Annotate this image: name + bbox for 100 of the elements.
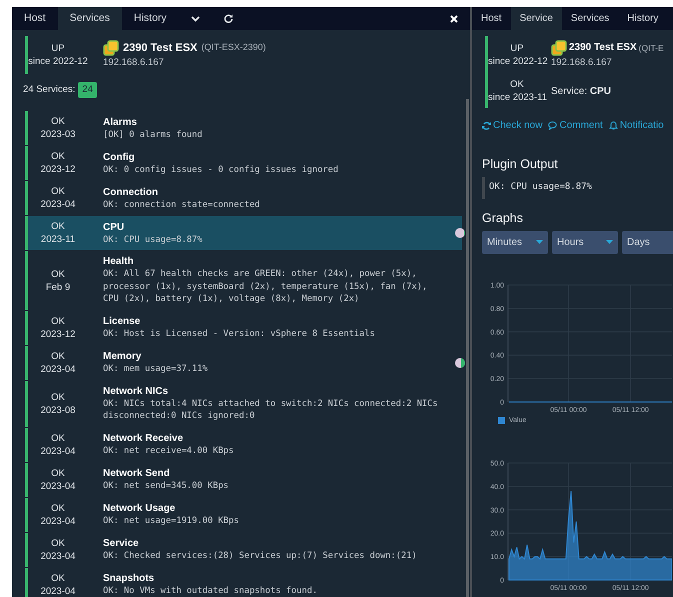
service-since: 2023-04 [40, 198, 76, 212]
service-output: OK: net send=345.00 KBps [103, 480, 230, 492]
service-row[interactable]: OK 2023-08 Network NICs OK: NICs total:4 NICs attached to switch:2 NICs connected:2 NICs disconnected:0 NICs ignored:0 [25, 380, 462, 427]
tab[interactable]: Services [562, 7, 618, 30]
service-since: 2023-04 [40, 362, 76, 376]
speech-bubble-icon [548, 121, 558, 130]
service-output: OK: No VMs with outdated snapshots found. [103, 585, 318, 597]
service-name: CPU [103, 220, 126, 234]
service-name: Network Usage [103, 502, 176, 515]
service-output: OK: 0 config issues - 0 config issues ignored [103, 164, 340, 176]
service-since: 2023-11 [40, 233, 76, 246]
service-output: OK: CPU usage=8.87% [103, 234, 204, 246]
service-label: Service: CPU [551, 84, 612, 98]
service-output: OK: net usage=1919.00 KBps [103, 515, 240, 528]
range-dropdown[interactable]: Hours [552, 230, 618, 254]
sync-icon [482, 121, 491, 130]
host-alias: (QIT-ESX-2390) [201, 41, 266, 54]
service-state: OK [50, 268, 66, 280]
service-output: OK: mem usage=37.11% [103, 363, 209, 376]
service-row[interactable]: OK 2023-03 Alarms [OK] 0 alarms found [25, 111, 462, 146]
tab[interactable]: Service [510, 7, 562, 30]
services-count-label: 24 Services: [23, 83, 76, 97]
action-link[interactable]: Notificatio [608, 118, 664, 133]
service-state: OK [50, 350, 66, 363]
server-logo-icon [103, 40, 119, 56]
service-row[interactable]: OK 2023-12 License OK: Host is Licensed - Version: vSphere 8 Essentials [25, 310, 462, 345]
service-output: OK: Checked services:(28) Services up:(7) Services down:(21) [103, 550, 418, 562]
bell-icon [608, 121, 618, 130]
legend-swatch [498, 417, 505, 424]
tab[interactable]: Services [58, 7, 122, 30]
service-since: 2023-04 [40, 550, 76, 563]
scrollbar[interactable] [466, 99, 469, 597]
service-since: 2023-08 [40, 404, 76, 417]
service-row[interactable]: OK Feb 9 Health OK: All 67 health checks are GREEN: other (24x), power (5x), processor (1x), systemBoard (2x), temperature (15x), fan (7x), CPU (2x), battery (1x), voltage (8x), Memory (2x) [25, 251, 462, 310]
service-output: OK: net receive=4.00 KBps [103, 445, 235, 458]
service-state: OK [50, 536, 66, 550]
service-row[interactable]: OK 2023-12 Config OK: 0 config issues - 0 config issues ignored [25, 146, 462, 180]
service-output: OK: Host is Licensed - Version: vSphere 8 Essentials [103, 328, 376, 340]
chevron-down-icon [190, 16, 200, 22]
service-state: OK [50, 466, 66, 480]
service-output: OK: NICs total:4 NICs attached to switch:2 NICs connected:2 NICs disconnected:0 NICs ignored:0 [103, 398, 439, 423]
service-row[interactable]: OK 2023-04 Network Usage OK: net usage=1919.00 KBps [25, 498, 462, 532]
service-name: Snapshots [103, 572, 156, 585]
service-row[interactable]: OK 2023-11 CPU OK: CPU usage=8.87% [25, 216, 462, 250]
service-output: [OK] 0 alarms found [103, 128, 204, 141]
service-state: OK [50, 220, 66, 234]
tab[interactable]: History [122, 7, 179, 30]
host-address: 192.168.6.167 [551, 56, 613, 70]
service-name: Network Receive [103, 432, 184, 445]
service-since: 2023-04 [40, 584, 76, 597]
service-row[interactable]: OK 2023-04 Memory OK: mem usage=37.11% [25, 346, 462, 380]
service-name: Network NICs [103, 384, 170, 398]
range-dropdown[interactable]: Days [622, 230, 673, 254]
range-dropdown[interactable]: Minutes [482, 230, 548, 254]
server-logo-icon [551, 40, 567, 56]
service-name: Network Send [103, 467, 171, 480]
service-since: since 2023-11 [488, 91, 546, 104]
service-state: OK [50, 390, 66, 404]
service-state: OK [50, 150, 66, 164]
service-state: OK [50, 432, 66, 445]
refresh-icon [224, 14, 233, 23]
service-since: Feb 9 [44, 280, 72, 294]
services-count-badge: 24 [78, 82, 97, 98]
action-link[interactable]: Comment [548, 118, 603, 133]
host-address: 192.168.6.167 [103, 56, 165, 70]
service-since: 2023-04 [40, 444, 76, 458]
service-row[interactable]: OK 2023-04 Service OK: Checked services:(28) Services up:(7) Services down:(21) [25, 532, 462, 567]
service-name: Service [103, 537, 140, 550]
host-alias: (QIT-E [638, 42, 664, 54]
service-name: Connection [103, 186, 159, 198]
host-state: UP [509, 42, 525, 55]
action-link[interactable]: Check now [482, 118, 542, 133]
service-output: OK: All 67 health checks are GREEN: other (24x), power (5x), processor (1x), systemBoard (2x), temperature (15x), fan (7x), CPU (2x), battery (1x), voltage (8x), Memory (2x) [103, 268, 428, 306]
close-icon [450, 14, 458, 22]
service-state: OK [50, 502, 66, 515]
tab[interactable]: Host [472, 7, 511, 30]
host-name: 2390 Test ESX [123, 40, 198, 56]
host-since: since 2022-12 [488, 55, 546, 68]
service-since: 2023-04 [40, 480, 76, 493]
caret-icon [606, 240, 613, 244]
service-row[interactable]: OK 2023-04 Network Send OK: net send=345.00 KBps [25, 462, 462, 497]
tab[interactable]: History [618, 7, 668, 30]
service-state: OK [509, 78, 525, 91]
caret-icon [536, 240, 543, 244]
service-state: OK [50, 185, 66, 198]
service-name: Config [103, 150, 136, 164]
section-heading: Plugin Output [482, 157, 559, 172]
service-state: OK [50, 572, 66, 585]
service-name: Health [103, 255, 135, 268]
service-name: Alarms [103, 116, 138, 128]
service-name: License [103, 315, 142, 328]
service-output: OK: connection state=connected [103, 198, 261, 211]
section-heading: Graphs [482, 210, 524, 226]
service-since: 2023-12 [40, 163, 76, 176]
tab[interactable]: Host [12, 7, 58, 30]
service-state: OK [50, 314, 66, 328]
service-row[interactable]: OK 2023-04 Snapshots OK: No VMs with outdated snapshots found. [25, 568, 462, 597]
service-row[interactable]: OK 2023-04 Network Receive OK: net receive=4.00 KBps [25, 428, 462, 462]
service-since: 2023-12 [40, 328, 76, 341]
host-name: 2390 Test ESX [569, 41, 637, 56]
